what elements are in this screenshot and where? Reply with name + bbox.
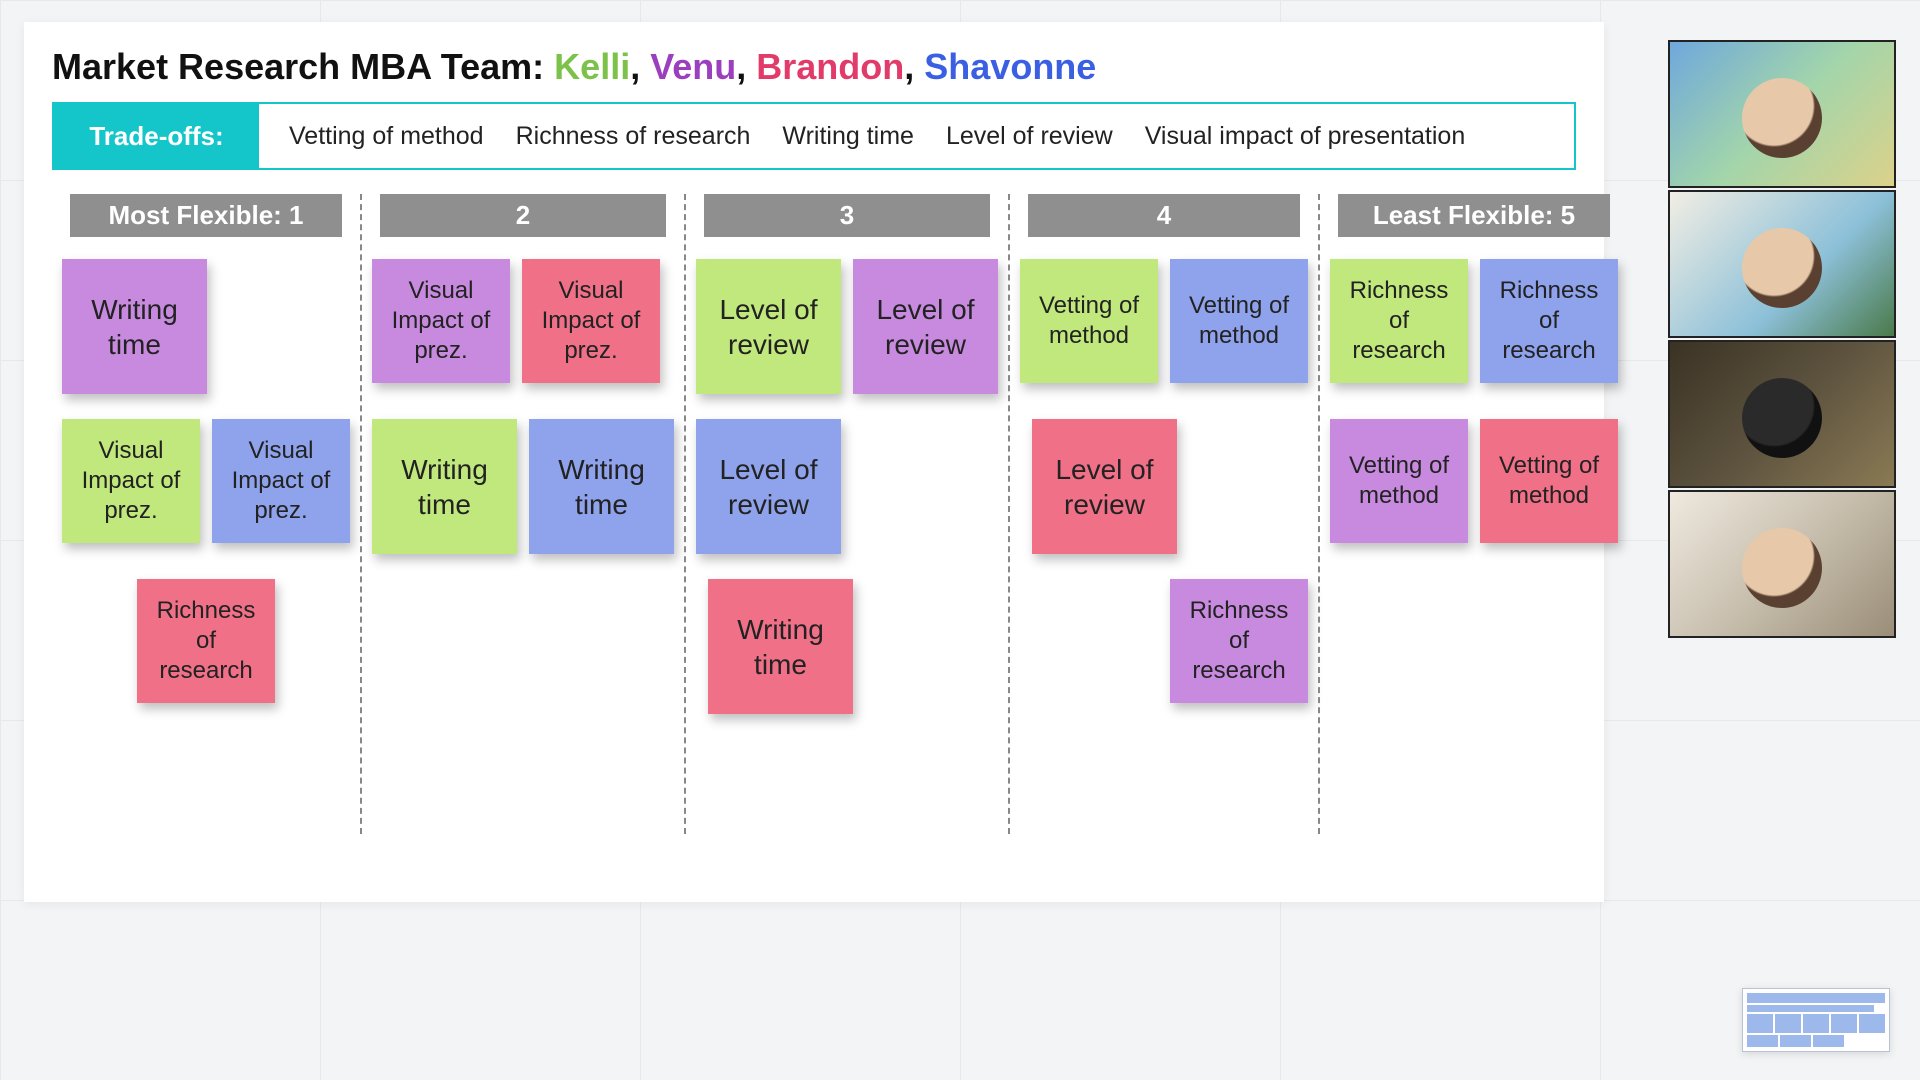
column[interactable]: 2 Visual Impact of prez.Visual Impact of … [360, 194, 684, 834]
sticky-note[interactable]: Vetting of method [1170, 259, 1308, 383]
sticky-note[interactable]: Writing time [62, 259, 207, 394]
notes-row: Level of review [696, 419, 998, 559]
title-name-brandon: Brandon [756, 46, 904, 87]
sticky-note[interactable]: Richness of research [1330, 259, 1468, 383]
notes-row: Writing time [62, 259, 350, 399]
sticky-note[interactable]: Level of review [696, 259, 841, 394]
sticky-note[interactable]: Level of review [696, 419, 841, 554]
tradeoffs-bar: Trade-offs: Vetting of method Richness o… [52, 102, 1576, 170]
notes-row: Richness of research [62, 579, 350, 719]
column-header: 3 [704, 194, 990, 237]
sticky-note[interactable]: Visual Impact of prez. [522, 259, 660, 383]
column-header: Least Flexible: 5 [1338, 194, 1610, 237]
sticky-note[interactable]: Level of review [853, 259, 998, 394]
tradeoffs-label: Trade-offs: [54, 104, 259, 168]
sticky-note[interactable]: Writing time [529, 419, 674, 554]
sticky-note[interactable]: Visual Impact of prez. [212, 419, 350, 543]
title-sep: , [736, 46, 756, 87]
video-tile[interactable] [1668, 340, 1896, 488]
column-header: Most Flexible: 1 [70, 194, 342, 237]
sticky-note[interactable]: Richness of research [137, 579, 275, 703]
sticky-note[interactable]: Writing time [708, 579, 853, 714]
tradeoff-item: Richness of research [516, 122, 751, 151]
page-title: Market Research MBA Team: Kelli, Venu, B… [52, 46, 1576, 88]
notes-row: Visual Impact of prez.Visual Impact of p… [372, 259, 674, 399]
notes-row [1330, 579, 1618, 719]
notes-row: Vetting of methodVetting of method [1330, 419, 1618, 559]
title-name-kelli: Kelli [554, 46, 630, 87]
sticky-note[interactable]: Visual Impact of prez. [62, 419, 200, 543]
sticky-note[interactable]: Vetting of method [1330, 419, 1468, 543]
sticky-note[interactable]: Richness of research [1480, 259, 1618, 383]
notes-row: Writing timeWriting time [372, 419, 674, 559]
title-prefix: Market Research MBA Team: [52, 46, 554, 87]
minimap[interactable] [1742, 988, 1890, 1052]
title-name-shavonne: Shavonne [924, 46, 1096, 87]
title-sep: , [904, 46, 924, 87]
column[interactable]: 3Level of reviewLevel of reviewLevel of … [684, 194, 1008, 834]
column[interactable]: Most Flexible: 1Writing timeVisual Impac… [52, 194, 360, 834]
column-header: 2 [380, 194, 666, 237]
notes-row: Richness of research [1020, 579, 1308, 719]
sticky-note[interactable]: Vetting of method [1020, 259, 1158, 383]
notes-row: Writing time [696, 579, 998, 719]
notes-row: Richness of researchRichness of research [1330, 259, 1618, 399]
column[interactable]: 4 Vetting of methodVetting of method Level… [1008, 194, 1318, 834]
tradeoff-item: Visual impact of presentation [1145, 122, 1466, 151]
notes-row: Level of review [1020, 419, 1308, 559]
video-tile[interactable] [1668, 40, 1896, 188]
tradeoff-item: Vetting of method [289, 122, 484, 151]
column[interactable]: Least Flexible: 5 Richness of researchRic… [1318, 194, 1628, 834]
notes-row: Vetting of methodVetting of method [1020, 259, 1308, 399]
sticky-note[interactable]: Visual Impact of prez. [372, 259, 510, 383]
title-name-venu: Venu [650, 46, 736, 87]
whiteboard-frame[interactable]: Market Research MBA Team: Kelli, Venu, B… [24, 22, 1604, 902]
video-strip [1668, 40, 1896, 638]
column-header: 4 [1028, 194, 1300, 237]
notes-row [372, 579, 674, 719]
tradeoff-item: Writing time [782, 122, 914, 151]
video-tile[interactable] [1668, 190, 1896, 338]
columns-container: Most Flexible: 1Writing timeVisual Impac… [52, 194, 1576, 834]
tradeoffs-items: Vetting of method Richness of research W… [259, 104, 1574, 168]
sticky-note[interactable]: Writing time [372, 419, 517, 554]
sticky-note[interactable]: Vetting of method [1480, 419, 1618, 543]
video-tile[interactable] [1668, 490, 1896, 638]
title-sep: , [630, 46, 650, 87]
notes-row: Visual Impact of prez.Visual Impact of p… [62, 419, 350, 559]
notes-row: Level of reviewLevel of review [696, 259, 998, 399]
tradeoff-item: Level of review [946, 122, 1113, 151]
sticky-note[interactable]: Level of review [1032, 419, 1177, 554]
sticky-note[interactable]: Richness of research [1170, 579, 1308, 703]
